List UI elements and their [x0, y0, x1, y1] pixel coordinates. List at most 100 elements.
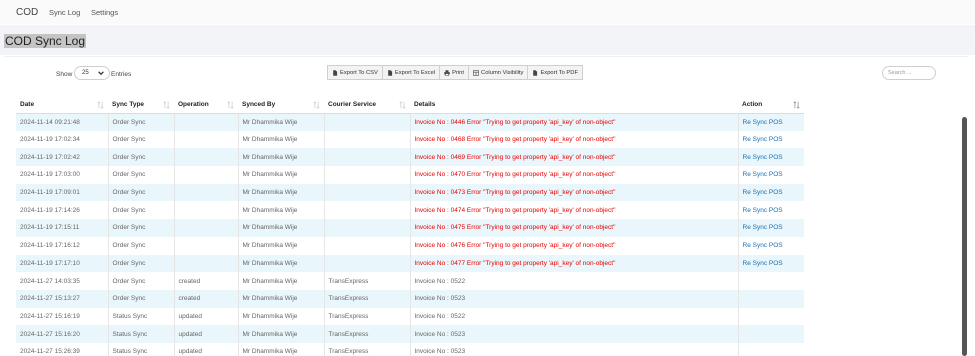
details-cell: Invoice No : 0474 Error "Trying to get p…: [410, 201, 739, 220]
action-cell[interactable]: Re Sync POS: [738, 236, 804, 255]
column-header-details[interactable]: Details: [410, 96, 738, 114]
action-cell[interactable]: Re Sync POS: [738, 113, 804, 131]
action-cell: [738, 307, 804, 326]
column-header-label: Courier Service: [328, 100, 377, 108]
details-cell: Invoice No : 0468 Error "Trying to get p…: [410, 130, 739, 149]
synced-by-cell: Mr Dhammika Wije: [238, 307, 325, 326]
operation-cell: updated: [174, 342, 239, 356]
nav-link-sync-log[interactable]: Sync Log: [49, 8, 80, 17]
table-row: 2024-11-19 17:17:10 Order Sync Mr Dhammika…: [16, 254, 804, 273]
action-cell[interactable]: Re Sync POS: [738, 130, 804, 149]
synced-by-cell: Mr Dhammika Wije: [238, 219, 325, 237]
column-header-courier-service[interactable]: Courier Service: [324, 96, 410, 114]
operation-cell: [174, 183, 239, 202]
action-cell[interactable]: Re Sync POS: [738, 166, 804, 184]
table-row: 2024-11-19 17:14:26 Order Sync Mr Dhammika…: [16, 201, 804, 220]
print-label: Print: [452, 69, 465, 76]
courier-cell: [324, 201, 411, 220]
details-cell: Invoice No : 0473 Error "Trying to get p…: [410, 183, 739, 202]
courier-cell: [324, 130, 411, 149]
sync-type-cell: Order Sync: [108, 201, 175, 220]
date-cell: 2024-11-19 17:17:10: [16, 254, 109, 273]
action-cell[interactable]: Re Sync POS: [738, 183, 804, 202]
date-cell: 2024-11-19 17:16:12: [16, 236, 109, 255]
column-header-label: Date: [20, 100, 35, 108]
synced-by-cell: Mr Dhammika Wije: [238, 130, 325, 149]
operation-cell: [174, 254, 239, 273]
date-cell: 2024-11-19 17:15:11: [16, 219, 109, 237]
print-button[interactable]: Print: [439, 65, 470, 80]
date-cell: 2024-11-19 17:14:26: [16, 201, 109, 220]
details-cell: Invoice No : 0469 Error "Trying to get p…: [410, 148, 739, 167]
sync-log-card: Show 25 Entries Export To CSV Export To …: [4, 56, 968, 356]
action-cell: [738, 342, 804, 356]
synced-by-cell: Mr Dhammika Wije: [238, 183, 325, 202]
details-cell: Invoice No : 0523: [410, 342, 739, 356]
synced-by-cell: Mr Dhammika Wije: [238, 148, 325, 167]
column-header-label: Action: [742, 100, 763, 108]
action-cell[interactable]: Re Sync POS: [738, 219, 804, 237]
sync-type-cell: Order Sync: [108, 254, 175, 273]
details-cell: Invoice No : 0523: [410, 289, 739, 308]
sync-type-cell: Status Sync: [108, 307, 175, 326]
table-row: 2024-11-27 14:03:35 Order Sync created Mr D…: [16, 272, 804, 290]
sync-type-cell: Order Sync: [108, 183, 175, 202]
synced-by-cell: Mr Dhammika Wije: [238, 254, 325, 273]
synced-by-cell: Mr Dhammika Wije: [238, 166, 325, 184]
entries-select[interactable]: 25: [74, 66, 110, 80]
operation-cell: [174, 148, 239, 167]
chevron-down-icon: [98, 71, 104, 76]
scrollbar-thumb[interactable]: [962, 117, 967, 356]
print-icon: [444, 69, 450, 76]
column-header-operation[interactable]: Operation: [174, 96, 238, 114]
courier-cell: [324, 166, 411, 184]
column-header-sync-type[interactable]: Sync Type: [108, 96, 174, 114]
nav-link-settings[interactable]: Settings: [91, 8, 118, 17]
column-header-label: Synced By: [242, 100, 276, 108]
column-header-label: Sync Type: [112, 100, 145, 108]
column-header-date[interactable]: Date: [16, 96, 108, 114]
operation-cell: created: [174, 272, 239, 290]
column-header-label: Details: [414, 100, 436, 108]
nav-brand[interactable]: COD: [16, 7, 38, 18]
column-header-synced-by[interactable]: Synced By: [238, 96, 324, 114]
operation-cell: [174, 113, 239, 131]
action-cell[interactable]: Re Sync POS: [738, 201, 804, 220]
export-pdf-label: Export To PDF: [540, 69, 579, 76]
operation-cell: [174, 130, 239, 149]
sort-icon: [313, 101, 320, 109]
operation-cell: updated: [174, 307, 239, 326]
export-excel-button[interactable]: Export To Excel: [381, 65, 441, 80]
sort-icon: [227, 101, 234, 109]
details-cell: Invoice No : 0446 Error "Trying to get p…: [410, 113, 739, 131]
action-cell[interactable]: Re Sync POS: [738, 254, 804, 273]
table-row: 2024-11-19 17:09:01 Order Sync Mr Dhammika…: [16, 183, 804, 202]
sort-icon: [163, 101, 170, 109]
table-row: 2024-11-27 15:16:19 Status Sync updated Mr …: [16, 307, 804, 326]
courier-cell: [324, 183, 411, 202]
sync-type-cell: Status Sync: [108, 325, 175, 343]
column-visibility-button[interactable]: Column Visibility: [468, 65, 529, 80]
sync-type-cell: Status Sync: [108, 342, 175, 356]
details-cell: Invoice No : 0470 Error "Trying to get p…: [410, 166, 739, 184]
export-pdf-button[interactable]: Export To PDF: [527, 65, 584, 80]
table-row: 2024-11-19 17:16:12 Order Sync Mr Dhammika…: [16, 236, 804, 255]
export-csv-button[interactable]: Export To CSV: [327, 65, 383, 80]
synced-by-cell: Mr Dhammika Wije: [238, 289, 325, 308]
search-input[interactable]: [882, 66, 936, 80]
page-header: COD Sync Log: [0, 27, 975, 55]
synced-by-cell: Mr Dhammika Wije: [238, 236, 325, 255]
action-cell: [738, 272, 804, 290]
entries-value: 25: [82, 70, 89, 76]
action-cell[interactable]: Re Sync POS: [738, 148, 804, 167]
operation-cell: created: [174, 289, 239, 308]
sort-icon: [793, 101, 800, 109]
synced-by-cell: Mr Dhammika Wije: [238, 201, 325, 220]
file-icon: [533, 69, 538, 76]
operation-cell: [174, 201, 239, 220]
date-cell: 2024-11-19 17:03:00: [16, 166, 109, 184]
details-cell: Invoice No : 0522: [410, 272, 739, 290]
courier-cell: TransExpress: [324, 342, 411, 356]
column-header-action[interactable]: Action: [738, 96, 804, 114]
courier-cell: TransExpress: [324, 307, 411, 326]
